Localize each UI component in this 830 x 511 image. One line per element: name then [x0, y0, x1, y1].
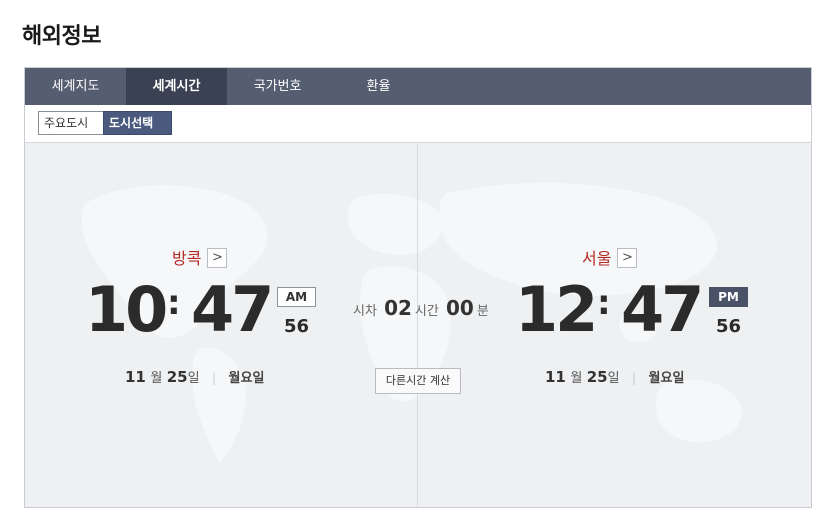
clock-area: 방콕 > 10 : 47 AM 56 11 월 25일 | 월요일 시차 02 시… [25, 144, 811, 507]
left-city-colon: : [167, 283, 181, 323]
right-city-month-unit: 월 [570, 371, 583, 386]
right-city-weekday: 월요일 [648, 371, 685, 386]
left-city-month: 11 [125, 368, 146, 386]
time-difference: 시차 02 시간 00 분 [353, 296, 489, 320]
right-city-colon: : [597, 283, 611, 323]
right-city-date: 11 월 25일 | 월요일 [545, 367, 684, 386]
left-city-seconds: 56 [284, 316, 310, 337]
calculate-other-time-button[interactable]: 다른시간 계산 [375, 368, 461, 394]
tab-country-code[interactable]: 국가번호 [227, 68, 328, 105]
time-difference-minutes-unit: 분 [476, 304, 489, 319]
right-city-minute: 47 [621, 273, 704, 346]
right-city-select-button[interactable]: > [617, 248, 638, 268]
tab-world-map[interactable]: 세계지도 [25, 68, 126, 105]
time-difference-hours: 02 [384, 296, 412, 320]
tab-world-time[interactable]: 세계시간 [126, 68, 227, 105]
left-city-month-unit: 월 [150, 371, 163, 386]
world-time-widget: 세계지도 세계시간 국가번호 환율 주요도시 도시선택 방콕 > 10: 47… [24, 67, 812, 508]
left-city-ampm-badge: AM [277, 287, 316, 307]
right-city-header: 서울 > [582, 248, 638, 270]
page-title: 해외정보 [22, 24, 101, 49]
sub-tabs: 주요도시 도시선택 [25, 105, 811, 143]
right-city-seconds: 56 [716, 316, 742, 337]
left-city-name: 방콕 [172, 249, 202, 268]
right-city-hour: 12 [515, 273, 598, 346]
time-difference-minutes: 00 [445, 296, 474, 320]
left-city-select-button[interactable]: > [207, 248, 228, 268]
left-city-weekday: 월요일 [228, 371, 265, 386]
right-city-day: 25 [586, 368, 608, 386]
time-difference-hours-unit: 시간 [414, 304, 439, 319]
right-city-month: 11 [545, 368, 566, 386]
main-tabs: 세계지도 세계시간 국가번호 환율 [25, 68, 811, 105]
left-city-date: 11 월 25일 | 월요일 [125, 367, 264, 386]
date-separator: | [632, 371, 637, 385]
right-city-day-unit: 일 [607, 371, 620, 386]
right-city-name: 서울 [582, 249, 612, 268]
right-city-ampm-badge: PM [709, 287, 748, 307]
left-city-minute: 47 [191, 273, 274, 346]
left-city-day: 25 [166, 368, 188, 386]
left-city-header: 방콕 > [172, 248, 228, 270]
subtab-select-city[interactable]: 도시선택 [103, 111, 172, 135]
left-city-day-unit: 일 [187, 371, 200, 386]
left-city-hour: 10 [85, 273, 168, 346]
date-separator: | [212, 371, 217, 385]
time-difference-prefix: 시차 [353, 304, 377, 319]
subtab-major-cities[interactable]: 주요도시 [38, 111, 104, 135]
center-divider [417, 144, 418, 507]
tab-exchange-rate[interactable]: 환율 [328, 68, 429, 105]
